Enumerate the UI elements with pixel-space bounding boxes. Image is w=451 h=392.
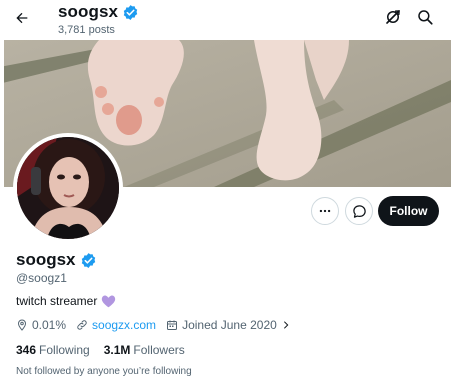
profile-name-wrap: soogsx <box>16 250 97 270</box>
followers-label: Followers <box>133 343 185 357</box>
header-name: soogsx <box>58 2 119 21</box>
header-posts-count: 3,781 posts <box>58 24 115 36</box>
follow-button[interactable]: Follow <box>378 196 439 226</box>
joined-item[interactable]: Joined June 2020 <box>166 318 291 332</box>
message-button[interactable] <box>345 197 373 225</box>
avatar-portrait <box>17 137 119 239</box>
website-item[interactable]: soogzx.com <box>76 318 156 332</box>
search-button[interactable] <box>416 8 434 26</box>
grok-icon <box>386 10 400 24</box>
following-number: 346 <box>16 343 37 357</box>
top-bar: soogsx 3,781 posts <box>0 0 451 40</box>
profile-meta: 0.01% soogzx.com Joined June 2020 <box>16 318 301 332</box>
joined-text: Joined June 2020 <box>182 318 277 332</box>
follow-counts: 346 Following 3.1M Followers <box>16 343 199 357</box>
back-button[interactable] <box>10 6 34 30</box>
bio-text: twitch streamer <box>16 294 98 308</box>
profile-bio: twitch streamer <box>16 294 116 308</box>
profile-handle: @soogz1 <box>16 271 67 285</box>
purple-heart-icon <box>102 295 116 308</box>
more-icon <box>319 209 331 213</box>
following-count[interactable]: 346 Following <box>16 343 90 357</box>
more-button[interactable] <box>311 197 339 225</box>
message-icon <box>352 204 366 218</box>
header-name-wrap: soogsx <box>58 2 139 22</box>
followers-number: 3.1M <box>103 343 131 357</box>
location-item: 0.01% <box>16 318 66 332</box>
followers-count[interactable]: 3.1M Followers <box>104 343 185 357</box>
location-text: 0.01% <box>32 318 67 332</box>
grok-button[interactable] <box>384 8 402 26</box>
chevron-right-icon <box>283 321 289 329</box>
following-label: Following <box>39 343 90 357</box>
link-icon <box>77 320 87 330</box>
search-icon <box>418 10 433 25</box>
profile-display-name: soogsx <box>16 250 76 269</box>
website-link[interactable]: soogzx.com <box>92 318 156 332</box>
verified-badge-icon <box>123 4 138 20</box>
verified-badge-icon[interactable] <box>80 252 97 269</box>
location-pin-icon <box>17 319 27 331</box>
arrow-left-icon <box>16 12 28 24</box>
calendar-icon <box>167 320 178 330</box>
not-followed-text: Not followed by anyone you’re following <box>16 366 192 377</box>
profile-avatar[interactable] <box>13 133 123 243</box>
